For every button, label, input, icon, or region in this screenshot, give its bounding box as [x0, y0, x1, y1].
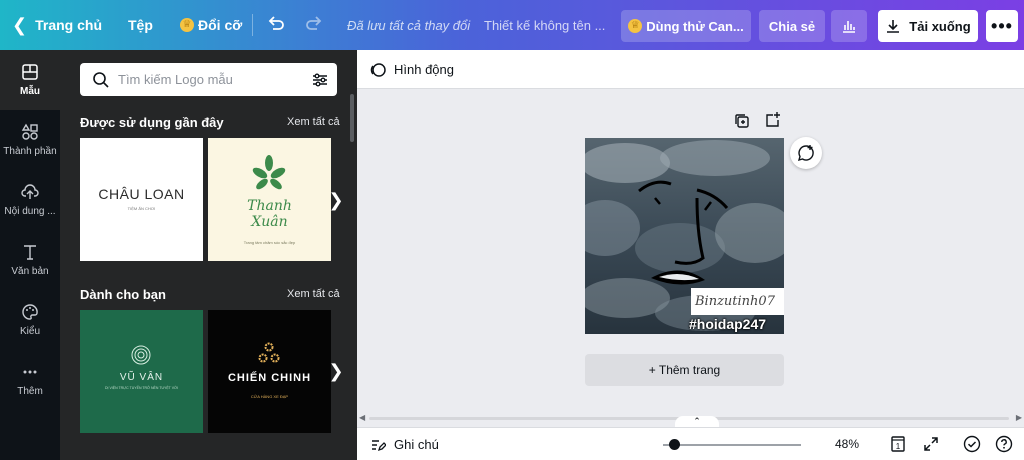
page-count-button[interactable]: 1 [889, 435, 907, 453]
text-icon [24, 245, 36, 260]
try-pro-button[interactable]: ♕ Dùng thử Can... [621, 10, 751, 42]
bar-chart-icon [843, 21, 855, 33]
add-page-button[interactable]: + Thêm trang [585, 354, 784, 386]
hashtag-text: #hoidap247 [689, 316, 767, 332]
template-card-chau-loan[interactable]: CHÂU LOAN TIỆM ĂN CHƠI [80, 138, 203, 261]
download-button[interactable]: Tải xuống [878, 10, 978, 42]
scroll-right-icon[interactable]: ▶ [1016, 413, 1022, 422]
expand-icon [924, 437, 938, 451]
home-button[interactable]: ❮ Trang chủ [12, 0, 102, 50]
more-icon [23, 370, 37, 374]
template-title: CHIẾN CHINH [227, 372, 312, 384]
template-title: VŨ VÂN [119, 372, 164, 383]
recent-section-title: Được sử dụng gần đây [80, 115, 224, 130]
download-icon [887, 20, 900, 33]
duplicate-page-icon[interactable] [733, 112, 751, 130]
bottom-bar: Ghi chú 48% 1 [357, 427, 1024, 460]
rail-item-elements[interactable]: Thành phần [0, 110, 60, 170]
rail-item-more[interactable]: Thêm [0, 350, 60, 410]
rail-item-text[interactable]: Văn bản [0, 230, 60, 290]
layout-icon [22, 64, 38, 80]
rail-item-uploads[interactable]: Nội dung ... [0, 170, 60, 230]
upload-icon [21, 184, 39, 199]
check-button[interactable] [963, 435, 981, 453]
fingerprint-logo-icon [131, 345, 151, 365]
side-rail: Mẫu Thành phần Nội dung ... Văn bản Kiểu… [0, 50, 60, 460]
search-placeholder: Tìm kiếm Logo mẫu [118, 72, 233, 87]
comment-add-icon [797, 145, 814, 162]
redo-icon[interactable] [304, 14, 324, 34]
gears-logo-icon [258, 342, 280, 363]
templates-panel: Tìm kiếm Logo mẫu Được sử dụng gần đây X… [60, 50, 357, 460]
template-subtitle: TIỆM ĂN CHƠI [127, 206, 156, 211]
undo-icon[interactable] [266, 14, 286, 34]
search-icon [93, 71, 109, 88]
add-page-icon[interactable] [763, 111, 781, 129]
check-circle-icon [963, 435, 981, 453]
zoom-slider-knob[interactable] [668, 439, 680, 450]
scroll-left-icon[interactable]: ◀ [359, 413, 365, 422]
fullscreen-button[interactable] [922, 435, 940, 453]
leaf-logo-icon [252, 155, 286, 190]
divider [252, 14, 253, 36]
signature-text: Binzutinh07 [691, 288, 784, 315]
resize-button[interactable]: ♕ Đổi cỡ [180, 0, 242, 50]
search-input[interactable]: Tìm kiếm Logo mẫu [80, 63, 337, 96]
notes-icon [372, 440, 386, 452]
save-status: Đã lưu tất cả thay đổi [347, 17, 471, 33]
template-title: CHÂU LOAN [98, 186, 185, 202]
rail-item-styles[interactable]: Kiểu [0, 290, 60, 350]
template-card-vu-van[interactable]: VŨ VÂN DỊ VIỆN TRỰC TUYẾN TRỞ NÊN TUYỆT … [80, 310, 203, 433]
template-subtitle: DỊ VIỆN TRỰC TUYẾN TRỞ NÊN TUYỆT VỜI [104, 386, 179, 390]
elements-icon [21, 123, 38, 140]
zoom-value[interactable]: 48% [835, 437, 859, 451]
for-you-see-all-link[interactable]: Xem tất cả [287, 288, 340, 300]
rail-label: Thêm [17, 386, 43, 397]
download-label: Tải xuống [909, 18, 971, 34]
design-title-input[interactable]: Thiết kế không tên ... [484, 0, 605, 50]
template-subtitle: Trang tâm chăm sóc sắc đẹp [243, 240, 296, 245]
panel-scrollbar[interactable] [350, 94, 354, 142]
editor-toolbar: Hình động [357, 50, 1024, 89]
help-button[interactable] [995, 435, 1013, 453]
notes-button[interactable]: Ghi chú [394, 437, 439, 452]
animate-button[interactable]: Hình động [394, 62, 454, 77]
canvas-area: Binzutinh07 #hoidap247 + Thêm trang ◀ ▶ … [357, 89, 1024, 428]
template-card-chien-chinh[interactable]: CHIẾN CHINH CỬA HÀNG XE ĐẠP [208, 310, 331, 433]
recent-next-arrow[interactable]: ❯ [327, 180, 345, 220]
rail-label: Văn bản [11, 266, 49, 277]
palette-icon [22, 304, 38, 320]
chevron-left-icon: ❮ [12, 14, 28, 35]
top-toolbar: ❮ Trang chủ Tệp ♕ Đổi cỡ Đã lưu tất cả t… [0, 0, 1024, 50]
animate-icon [370, 63, 386, 77]
try-pro-label: Dùng thử Can... [646, 18, 744, 34]
more-options-button[interactable]: ••• [986, 10, 1018, 42]
zoom-slider[interactable] [663, 444, 801, 446]
recent-see-all-link[interactable]: Xem tất cả [287, 116, 340, 128]
rail-label: Kiểu [19, 326, 40, 337]
rail-label: Thành phần [3, 146, 57, 157]
design-page[interactable]: Binzutinh07 #hoidap247 [585, 138, 784, 334]
for-you-section-title: Dành cho bạn [80, 287, 166, 302]
rail-label: Nội dung ... [4, 206, 56, 217]
page-count: 1 [896, 442, 901, 451]
crown-icon: ♕ [628, 19, 643, 33]
resize-label: Đổi cỡ [198, 17, 243, 33]
share-button[interactable]: Chia sẻ [759, 10, 825, 42]
template-card-thanh-xuan[interactable]: Thanh Xuân Trang tâm chăm sóc sắc đẹp [208, 138, 331, 261]
help-icon [995, 435, 1013, 453]
insights-button[interactable] [831, 10, 867, 42]
rail-item-templates[interactable]: Mẫu [0, 50, 60, 110]
for-you-next-arrow[interactable]: ❯ [327, 351, 345, 391]
rail-label: Mẫu [20, 86, 40, 97]
add-comment-button[interactable] [790, 137, 822, 169]
crown-icon: ♕ [180, 18, 194, 32]
page-icon: 1 [891, 436, 905, 452]
filter-icon[interactable] [311, 71, 329, 89]
home-label: Trang chủ [35, 17, 102, 33]
template-title: Thanh Xuân [247, 198, 292, 230]
template-subtitle: CỬA HÀNG XE ĐẠP [250, 394, 289, 399]
file-menu-button[interactable]: Tệp [128, 0, 153, 50]
